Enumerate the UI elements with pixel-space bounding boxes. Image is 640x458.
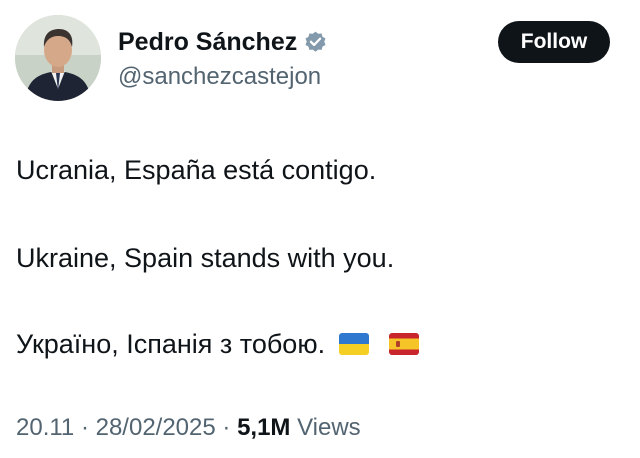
views-label: Views: [297, 414, 361, 441]
avatar[interactable]: [15, 15, 101, 101]
views-count: 5,1M: [237, 414, 291, 441]
tweet-text: Україно, Іспанія з тобою.: [16, 329, 326, 359]
author-handle[interactable]: @sanchezcastejon: [118, 62, 321, 92]
tweet-card: Pedro Sánchez @sanchezcastejon Follow Uc…: [0, 0, 640, 458]
tweet-text-line-english: Ukraine, Spain stands with you.: [16, 241, 394, 275]
follow-button[interactable]: Follow: [498, 21, 610, 63]
ukraine-flag-icon: [339, 333, 370, 355]
author-display-name[interactable]: Pedro Sánchez: [118, 27, 328, 57]
meta-separator: ·: [74, 414, 96, 441]
author-name-text[interactable]: Pedro Sánchez: [118, 27, 297, 57]
tweet-text: Ucrania, España está contigo.: [16, 155, 377, 185]
tweet-date[interactable]: 28/02/2025: [96, 414, 216, 441]
tweet-text-line-spanish: Ucrania, España está contigo.: [16, 153, 376, 187]
verified-badge-icon: [303, 30, 328, 55]
meta-separator: ·: [215, 414, 238, 441]
tweet-text-line-ukrainian: Україно, Іспанія з тобою.: [16, 327, 420, 361]
spain-flag-icon: [389, 333, 420, 355]
tweet-time[interactable]: 20.11: [16, 414, 74, 441]
tweet-text: Ukraine, Spain stands with you.: [16, 243, 395, 273]
tweet-meta: 20.11 · 28/02/2025 · 5,1M Views: [16, 413, 361, 443]
